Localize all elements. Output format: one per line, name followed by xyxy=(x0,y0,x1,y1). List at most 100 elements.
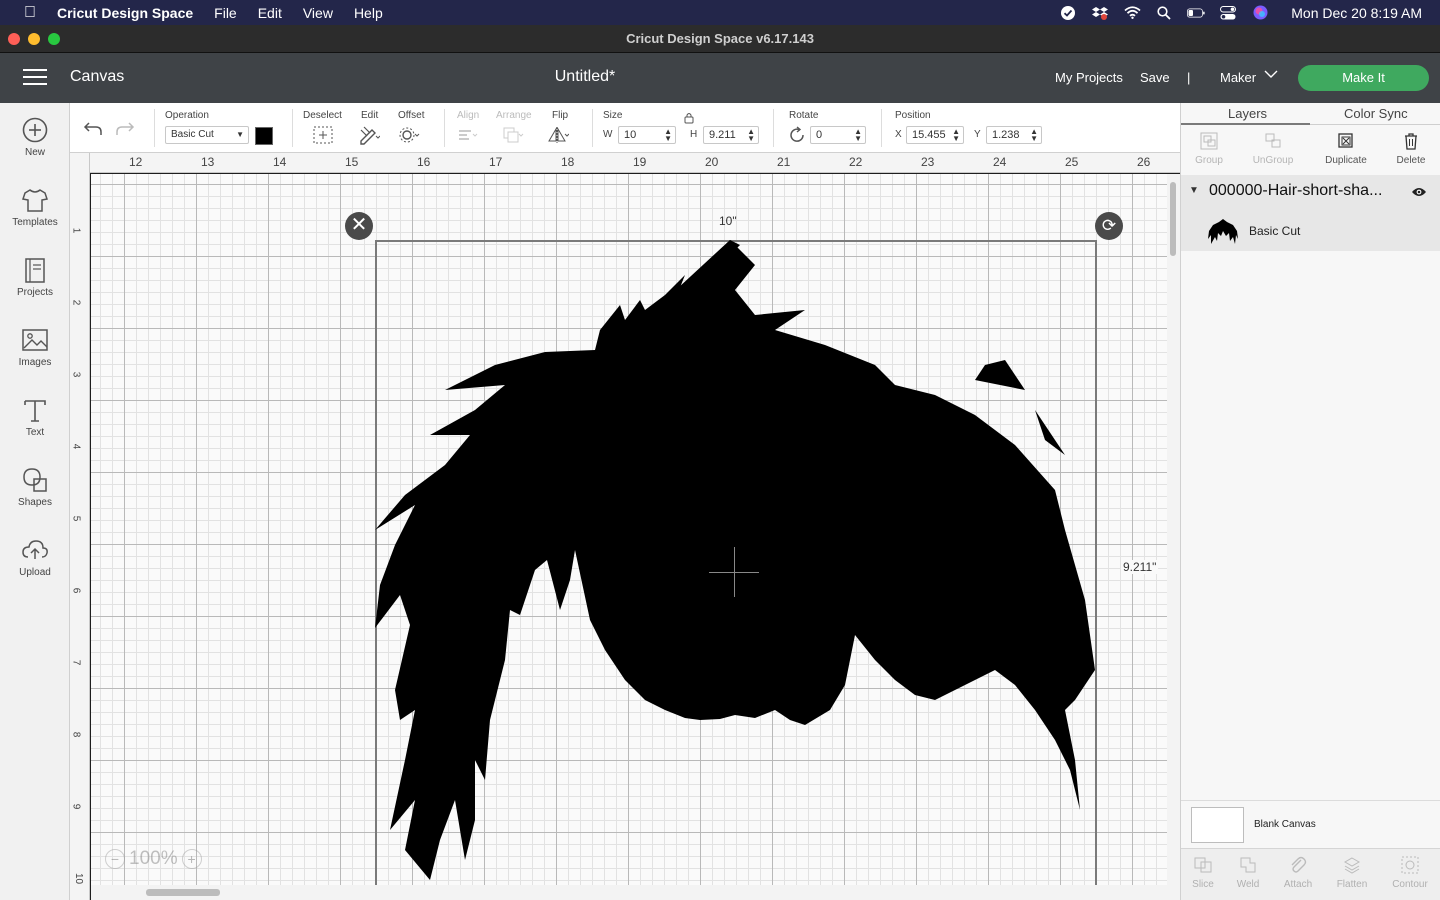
caret-down-icon[interactable]: ▼ xyxy=(1189,185,1199,196)
delete-button[interactable]: Delete xyxy=(1381,131,1440,166)
height-prefix: H xyxy=(690,129,698,140)
zoom-in-button[interactable]: + xyxy=(181,849,202,869)
stepper-icon[interactable]: ▲ ▼ xyxy=(854,128,862,143)
close-icon[interactable]: ✕ xyxy=(345,212,373,240)
lock-icon[interactable] xyxy=(683,112,695,127)
rotate-handle-icon[interactable]: ⟳ xyxy=(1095,212,1123,240)
make-it-button[interactable]: Make It xyxy=(1298,65,1429,91)
blank-canvas-row[interactable]: Blank Canvas xyxy=(1181,800,1440,848)
layer-group[interactable]: ▼ 000000-Hair-short-sha... Basic Cut xyxy=(1181,175,1440,251)
sidebar-item-upload[interactable]: Upload xyxy=(0,527,70,587)
sidebar-item-text[interactable]: Text xyxy=(0,387,70,447)
height-input[interactable]: 9.211 ▲ ▼ xyxy=(703,126,759,144)
ruler-label: 1 xyxy=(70,227,82,234)
color-swatch[interactable] xyxy=(255,127,273,145)
siri-icon[interactable] xyxy=(1251,5,1269,21)
machine-selector[interactable]: Maker xyxy=(1220,70,1256,85)
ungroup-button[interactable]: UnGroup xyxy=(1243,131,1303,166)
contour-label: Contour xyxy=(1392,879,1428,890)
group-label: Group xyxy=(1195,155,1223,166)
clock[interactable]: Mon Dec 20 8:19 AM xyxy=(1291,5,1422,21)
y-position-input[interactable]: 1.238 ▲ ▼ xyxy=(986,126,1042,144)
weld-button[interactable]: Weld xyxy=(1224,855,1272,890)
x-position-input[interactable]: 15.455 ▲ ▼ xyxy=(906,126,964,144)
weld-icon xyxy=(1240,857,1256,873)
ruler-label: 21 xyxy=(777,155,791,169)
deselect-icon[interactable] xyxy=(312,124,334,146)
sidebar-item-images[interactable]: Images xyxy=(0,317,70,377)
rotate-label: Rotate xyxy=(789,110,819,121)
menu-edit[interactable]: Edit xyxy=(258,5,282,21)
undo-icon[interactable] xyxy=(82,117,104,139)
width-dimension-label: 10" xyxy=(719,214,737,228)
layer-thumbnail xyxy=(1208,219,1238,244)
sidebar-item-templates[interactable]: Templates xyxy=(0,177,70,237)
ruler-label: 25 xyxy=(1065,155,1079,169)
stepper-icon[interactable]: ▲ ▼ xyxy=(747,128,755,143)
save-link[interactable]: Save xyxy=(1140,70,1170,85)
attach-button[interactable]: Attach xyxy=(1274,855,1322,890)
stepper-icon[interactable]: ▲ ▼ xyxy=(952,128,960,143)
zoom-window-button[interactable] xyxy=(48,33,60,45)
sidebar-item-new[interactable]: New xyxy=(0,107,70,167)
dropbox-icon[interactable] xyxy=(1091,5,1109,21)
app-menu[interactable]: Cricut Design Space xyxy=(57,5,193,21)
edit-tools-icon[interactable] xyxy=(358,124,381,146)
slice-button[interactable]: Slice xyxy=(1179,855,1227,890)
tab-color-sync[interactable]: Color Sync xyxy=(1344,106,1408,121)
chevron-down-icon[interactable] xyxy=(1264,67,1278,82)
eye-icon[interactable] xyxy=(1411,185,1427,197)
group-button[interactable]: Group xyxy=(1179,131,1239,166)
battery-icon[interactable] xyxy=(1187,5,1205,21)
apple-menu-icon[interactable]:  xyxy=(20,4,40,22)
flatten-button[interactable]: Flatten xyxy=(1328,855,1376,890)
document-title: Untitled* xyxy=(554,68,616,85)
group-icon xyxy=(1200,132,1218,150)
wifi-icon[interactable] xyxy=(1123,5,1141,21)
stepper-icon[interactable]: ▲ ▼ xyxy=(1030,128,1038,143)
toolbar-separator xyxy=(773,109,774,147)
my-projects-link[interactable]: My Projects xyxy=(1055,70,1123,85)
menu-help[interactable]: Help xyxy=(354,5,383,21)
offset-icon[interactable] xyxy=(398,124,420,146)
arrange-icon[interactable] xyxy=(502,124,524,146)
sidebar-item-shapes[interactable]: Shapes xyxy=(0,457,70,517)
check-circle-icon[interactable] xyxy=(1059,5,1077,21)
operation-select[interactable]: Basic Cut ▼ xyxy=(165,126,249,144)
ruler-label: 12 xyxy=(129,155,143,169)
stepper-icon[interactable]: ▲ ▼ xyxy=(664,128,672,143)
tab-layers[interactable]: Layers xyxy=(1228,106,1267,121)
canvas-color-swatch[interactable] xyxy=(1191,807,1244,843)
menu-bar-status: Mon Dec 20 8:19 AM xyxy=(1059,0,1422,25)
redo-icon[interactable] xyxy=(114,117,136,139)
layers-panel: Layers Color Sync Group UnGroup Duplicat… xyxy=(1180,103,1440,900)
close-window-button[interactable] xyxy=(8,33,20,45)
vertical-scrollbar[interactable] xyxy=(1167,174,1180,900)
hair-shape[interactable] xyxy=(375,240,1097,890)
search-icon[interactable] xyxy=(1155,5,1173,21)
align-icon[interactable] xyxy=(456,124,478,146)
menu-view[interactable]: View xyxy=(303,5,333,21)
contour-button[interactable]: Contour xyxy=(1386,855,1434,890)
design-canvas[interactable]: ✕ ⟳ 10" 9.211" − 100% + xyxy=(91,174,1167,900)
rotate-input[interactable]: 0 ▲ ▼ xyxy=(810,126,866,144)
minimize-window-button[interactable] xyxy=(28,33,40,45)
ruler-label: 17 xyxy=(489,155,503,169)
scroll-thumb[interactable] xyxy=(146,889,220,896)
width-input[interactable]: 10 ▲ ▼ xyxy=(618,126,676,144)
sidebar-item-label: Images xyxy=(18,357,52,368)
scroll-thumb[interactable] xyxy=(1170,182,1176,256)
contour-icon xyxy=(1401,856,1419,874)
menu-file[interactable]: File xyxy=(214,5,237,21)
control-center-icon[interactable] xyxy=(1219,5,1237,21)
x-prefix: X xyxy=(895,129,902,140)
duplicate-button[interactable]: Duplicate xyxy=(1316,131,1376,166)
flip-icon[interactable] xyxy=(547,124,570,146)
horizontal-scrollbar[interactable] xyxy=(91,885,1167,900)
zoom-out-button[interactable]: − xyxy=(105,849,125,869)
position-label: Position xyxy=(895,110,931,121)
sidebar-item-projects[interactable]: Projects xyxy=(0,247,70,307)
trash-icon xyxy=(1405,133,1417,150)
ruler-label: 10 xyxy=(73,872,85,885)
layer-row[interactable]: Basic Cut xyxy=(1181,213,1440,251)
